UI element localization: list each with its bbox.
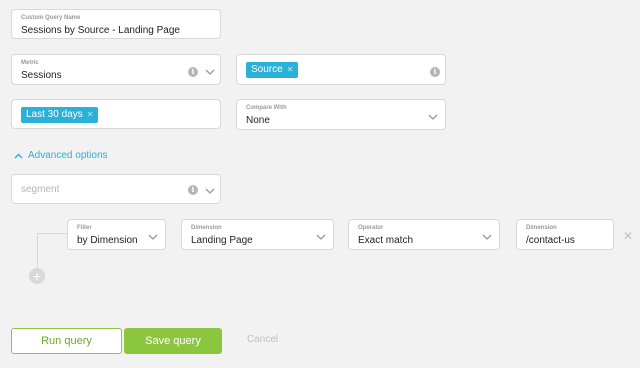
cancel-button[interactable]: Cancel bbox=[247, 334, 278, 345]
date-range-tag[interactable]: Last 30 days ✕ bbox=[21, 107, 99, 123]
chevron-down-icon[interactable] bbox=[147, 233, 159, 241]
close-icon[interactable]: ✕ bbox=[287, 65, 294, 74]
chevron-down-icon[interactable] bbox=[204, 187, 216, 195]
info-icon[interactable]: i bbox=[188, 67, 198, 77]
filter-value-text: /contact-us bbox=[526, 235, 575, 246]
chevron-down-icon[interactable] bbox=[427, 113, 439, 121]
metric-value: Sessions bbox=[21, 70, 62, 81]
info-icon[interactable]: i bbox=[430, 67, 440, 77]
save-query-button[interactable]: Save query bbox=[124, 328, 222, 354]
close-icon[interactable]: ✕ bbox=[623, 229, 633, 243]
run-query-button[interactable]: Run query bbox=[11, 328, 122, 354]
metric-label: Metric bbox=[21, 60, 39, 66]
query-name-label: Custom Query Name bbox=[21, 15, 81, 21]
close-icon[interactable]: ✕ bbox=[87, 110, 94, 119]
chevron-down-icon[interactable] bbox=[481, 233, 493, 241]
compare-with-select[interactable]: Compare With None bbox=[236, 99, 446, 130]
chevron-down-icon[interactable] bbox=[315, 233, 327, 241]
query-name-value: Sessions by Source - Landing Page bbox=[21, 25, 180, 36]
filter-operator-value: Exact match bbox=[358, 235, 414, 246]
filter-operator-label: Operator bbox=[358, 225, 384, 231]
filter-type-value: by Dimension bbox=[77, 235, 138, 246]
filter-type-select[interactable]: Filter by Dimension bbox=[67, 219, 166, 250]
chevron-down-icon[interactable] bbox=[204, 68, 216, 76]
filter-value-label: Dimension bbox=[526, 225, 557, 231]
advanced-options-label: Advanced options bbox=[28, 150, 108, 161]
query-name-field[interactable]: Custom Query Name Sessions by Source - L… bbox=[11, 9, 221, 39]
filter-connector-line bbox=[37, 233, 67, 234]
filter-operator-select[interactable]: Operator Exact match bbox=[348, 219, 500, 250]
metric-select[interactable]: Metric Sessions i bbox=[11, 54, 221, 85]
dimension-tag-source[interactable]: Source ✕ bbox=[246, 62, 299, 78]
date-range-tag-label: Last 30 days bbox=[26, 109, 83, 120]
compare-with-label: Compare With bbox=[246, 105, 287, 111]
dimension-tag-label: Source bbox=[251, 64, 283, 75]
filter-connector-line bbox=[37, 233, 38, 269]
segment-placeholder: segment bbox=[21, 184, 60, 195]
filter-dimension-value: Landing Page bbox=[191, 235, 253, 246]
date-range-select[interactable]: Last 30 days ✕ bbox=[11, 99, 221, 129]
filter-type-label: Filter bbox=[77, 225, 92, 231]
filter-dimension-select[interactable]: Dimension Landing Page bbox=[181, 219, 334, 250]
dimension-select[interactable]: Source ✕ i bbox=[236, 54, 446, 85]
segment-select[interactable]: segment i bbox=[11, 174, 221, 204]
filter-value-input[interactable]: Dimension /contact-us bbox=[516, 219, 614, 250]
info-icon[interactable]: i bbox=[188, 185, 198, 195]
plus-icon[interactable]: + bbox=[29, 268, 45, 284]
advanced-options-toggle[interactable]: Advanced options bbox=[14, 150, 108, 161]
compare-with-value: None bbox=[246, 115, 270, 126]
filter-dimension-label: Dimension bbox=[191, 225, 222, 231]
chevron-up-icon bbox=[14, 153, 23, 158]
